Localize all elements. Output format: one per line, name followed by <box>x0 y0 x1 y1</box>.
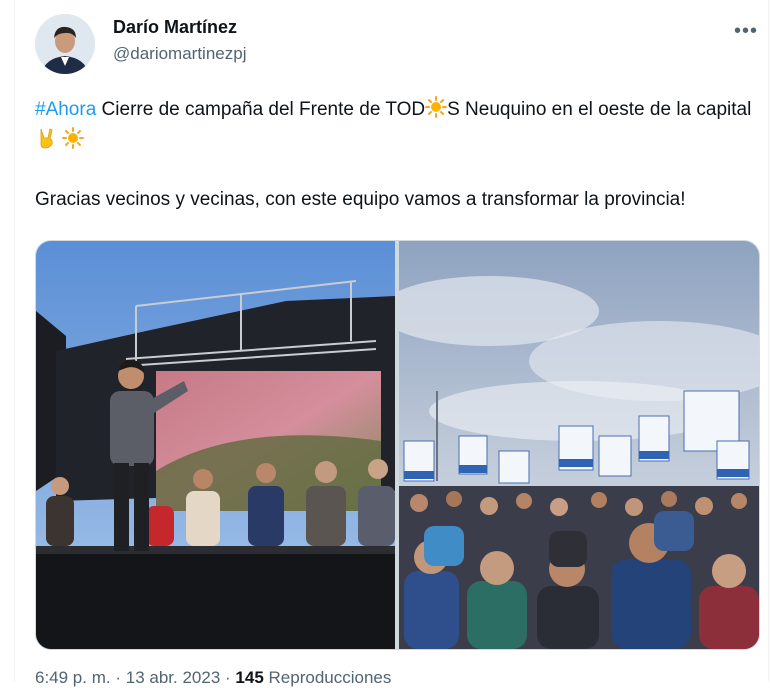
stage-photo[interactable] <box>36 241 395 649</box>
hashtag-link[interactable]: #Ahora <box>35 99 96 120</box>
tweet-text-part-1: Cierre de campaña del Frente de TOD <box>96 99 426 120</box>
author-name[interactable]: Darío Martínez <box>113 17 237 38</box>
author-handle[interactable]: @dariomartinezpj <box>113 44 246 64</box>
tweet-date[interactable]: 13 abr. 2023 <box>126 668 221 687</box>
media-grid <box>35 240 760 650</box>
meta-separator: · <box>115 668 122 687</box>
avatar-image <box>35 14 95 74</box>
victory-hand-emoji <box>35 127 57 158</box>
views-label: Reproducciones <box>268 668 392 687</box>
views-count: 145 <box>235 668 264 687</box>
avatar[interactable] <box>35 14 95 74</box>
sun-emoji <box>62 127 85 158</box>
tweet-text: #Ahora Cierre de campaña del Frente de T… <box>35 96 755 214</box>
column-border-right <box>768 0 769 682</box>
tweet-text-part-2: S Neuquino en el oeste de la capital <box>447 99 752 120</box>
tweet-paragraph-2: Gracias vecinos y vecinas, con este equi… <box>35 189 686 210</box>
more-dots-icon[interactable]: ••• <box>734 20 758 43</box>
sun-emoji <box>425 96 448 127</box>
tweet-meta: 6:49 p. m. · 13 abr. 2023 · 145 Reproduc… <box>35 668 391 688</box>
meta-separator: · <box>225 668 231 687</box>
crowd-photo[interactable] <box>399 241 759 649</box>
column-border-left <box>14 0 15 682</box>
tweet-paragraph-1: #Ahora Cierre de campaña del Frente de T… <box>35 96 755 158</box>
tweet-time[interactable]: 6:49 p. m. <box>35 668 111 687</box>
